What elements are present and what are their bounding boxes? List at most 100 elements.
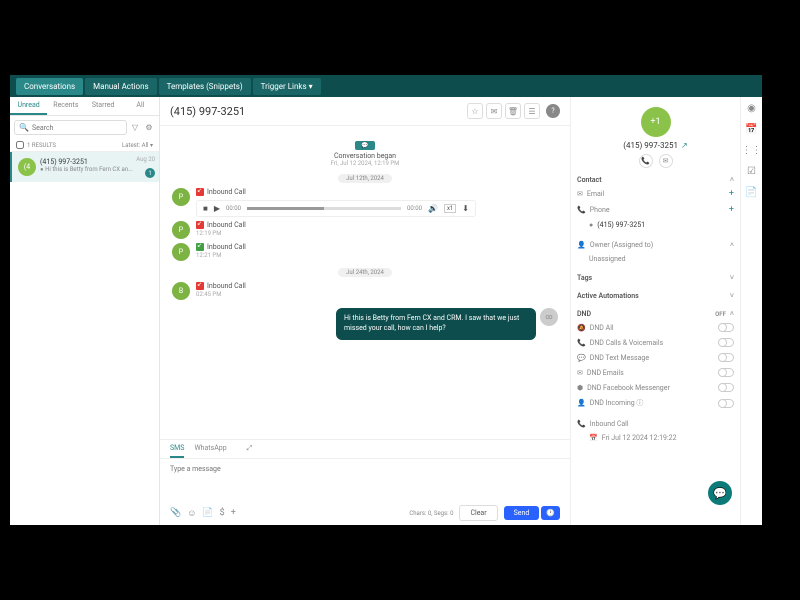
conversation-title: (415) 997-3251 xyxy=(170,105,245,118)
send-dropdown[interactable]: 🕐 xyxy=(541,506,560,520)
composer-tab-whatsapp[interactable]: WhatsApp xyxy=(194,440,226,458)
search-box[interactable]: 🔍 xyxy=(14,120,127,135)
chevron-up-icon[interactable]: ˄ xyxy=(730,310,734,318)
payment-icon[interactable]: $ xyxy=(220,508,225,518)
player-duration: 00:00 xyxy=(407,205,422,212)
date-divider: Jul 24th, 2024 xyxy=(338,268,392,277)
dnd-fb-label: DND Facebook Messenger xyxy=(587,384,670,392)
sender-avatar: ∞ xyxy=(540,308,558,326)
dnd-all-toggle[interactable] xyxy=(718,323,734,332)
dnd-incoming-label: DND Incoming ⓘ xyxy=(590,398,644,408)
dnd-status: OFF xyxy=(715,311,726,318)
player-current-time: 00:00 xyxy=(226,205,241,212)
composer-tab-sms[interactable]: SMS xyxy=(170,440,184,458)
dnd-email-label: DND Emails xyxy=(587,369,624,377)
expand-icon[interactable]: ⤢ xyxy=(247,440,253,458)
search-input[interactable] xyxy=(32,124,122,132)
subtab-starred[interactable]: Starred xyxy=(85,97,122,115)
settings-icon[interactable]: ⚙ xyxy=(143,122,155,134)
attachment-icon[interactable]: 📎 xyxy=(170,508,181,518)
dnd-text-toggle[interactable] xyxy=(718,353,734,362)
call-icon[interactable]: 📞 xyxy=(639,154,653,168)
stop-icon[interactable]: ■ xyxy=(203,204,208,213)
results-count: 1 RESULTS xyxy=(27,142,56,149)
mail-icon[interactable]: ✉ xyxy=(486,103,502,119)
dnd-fb-icon: ⬢ xyxy=(577,384,583,392)
subtab-recents[interactable]: Recents xyxy=(47,97,84,115)
caller-avatar: P xyxy=(172,243,190,261)
call-label: Inbound Call xyxy=(207,221,246,229)
email-icon[interactable]: ✉ xyxy=(659,154,673,168)
call-label: Inbound Call xyxy=(207,282,246,290)
caller-avatar: P xyxy=(172,221,190,239)
call-entry: P Inbound Call 12:19 PM xyxy=(172,221,558,239)
subtab-unread[interactable]: Unread xyxy=(10,97,47,115)
conversation-began-chip: 💬 xyxy=(355,141,374,150)
chevron-down-icon[interactable]: ˅ xyxy=(730,274,734,282)
clear-button[interactable]: Clear xyxy=(459,505,497,521)
conversation-item[interactable]: (4 (415) 997-3251 ● Hi this is Betty fro… xyxy=(10,152,159,182)
tab-conversations[interactable]: Conversations xyxy=(16,78,83,95)
speed-icon[interactable]: x1 xyxy=(444,204,456,213)
chevron-up-icon[interactable]: ˄ xyxy=(730,176,734,184)
tab-trigger-links[interactable]: Trigger Links ▾ xyxy=(253,78,321,95)
rail-apps-icon[interactable]: ⋮⋮ xyxy=(742,145,762,156)
chat-fab[interactable]: 💬 xyxy=(708,481,732,505)
message-bubble: Hi this is Betty from Fern CX and CRM. I… xyxy=(336,308,536,340)
call-label: Inbound Call xyxy=(207,243,246,251)
download-icon[interactable]: ⬇ xyxy=(462,204,469,213)
chevron-up-icon[interactable]: ˄ xyxy=(730,241,734,249)
dnd-incoming-toggle[interactable] xyxy=(718,399,734,408)
volume-icon[interactable]: 🔊 xyxy=(428,204,438,213)
dnd-incoming-icon: 👤 xyxy=(577,399,586,407)
rail-notes-icon[interactable]: 📄 xyxy=(745,187,757,198)
top-nav: Conversations Manual Actions Templates (… xyxy=(10,75,762,97)
star-icon[interactable]: ☆ xyxy=(467,103,483,119)
tab-templates[interactable]: Templates (Snippets) xyxy=(159,78,251,95)
add-phone-icon[interactable]: + xyxy=(729,205,734,215)
section-dnd: DND xyxy=(577,310,591,318)
activity-timestamp: Fri Jul 12 2024 12:19:22 xyxy=(602,434,677,442)
add-icon[interactable]: + xyxy=(231,508,236,518)
envelope-icon: ✉ xyxy=(577,190,583,198)
send-button[interactable]: Send xyxy=(504,506,540,520)
tab-manual-actions[interactable]: Manual Actions xyxy=(85,78,157,95)
dnd-fb-toggle[interactable] xyxy=(718,383,734,392)
rail-calendar-icon[interactable]: 📅 xyxy=(745,124,757,135)
emoji-icon[interactable]: ☺ xyxy=(187,508,196,519)
play-icon[interactable]: ▶ xyxy=(214,204,220,213)
sort-latest[interactable]: Latest: All ▾ xyxy=(122,142,153,149)
player-track[interactable] xyxy=(247,207,401,210)
filter-messages-icon[interactable]: ☰ xyxy=(524,103,540,119)
missed-call-icon xyxy=(196,282,204,290)
dnd-calls-label: DND Calls & Voicemails xyxy=(590,339,663,347)
rail-profile-icon[interactable]: ◉ xyxy=(747,103,756,114)
section-contact: Contact xyxy=(577,176,602,184)
dnd-email-toggle[interactable] xyxy=(718,368,734,377)
chevron-down-icon[interactable]: ˅ xyxy=(730,292,734,300)
open-contact-icon[interactable]: ↗ xyxy=(681,141,688,150)
dnd-calls-icon: 📞 xyxy=(577,339,586,347)
filter-icon[interactable]: ▽ xyxy=(129,122,141,134)
email-label: Email xyxy=(587,190,604,198)
activity-call-label: Inbound Call xyxy=(590,420,629,428)
message-composer: SMS WhatsApp ⤢ 📎 ☺ 📄 $ + Chars: 0, Segs:… xyxy=(160,439,570,525)
message-input[interactable] xyxy=(160,459,570,499)
message-thread: 💬 Conversation began Fri, Jul 12 2024, 1… xyxy=(160,126,570,439)
template-icon[interactable]: 📄 xyxy=(202,508,213,518)
right-rail: ◉ 📅 ⋮⋮ ☑ 📄 xyxy=(740,97,762,525)
dnd-text-label: DND Text Message xyxy=(590,354,649,362)
conversation-began-label: Conversation began xyxy=(172,152,558,160)
owner-value: Unassigned xyxy=(589,255,626,263)
contact-avatar: +1 xyxy=(641,107,671,137)
caller-avatar: B xyxy=(172,282,190,300)
subtab-all[interactable]: All xyxy=(122,97,159,115)
rail-tasks-icon[interactable]: ☑ xyxy=(747,166,756,177)
info-icon[interactable]: ? xyxy=(546,104,560,118)
add-email-icon[interactable]: + xyxy=(729,189,734,199)
trash-icon[interactable]: 🗑 xyxy=(505,103,521,119)
dnd-calls-toggle[interactable] xyxy=(718,338,734,347)
call-time: 12:21 PM xyxy=(196,252,558,259)
select-all-checkbox[interactable] xyxy=(16,141,24,149)
answered-call-icon xyxy=(196,243,204,251)
